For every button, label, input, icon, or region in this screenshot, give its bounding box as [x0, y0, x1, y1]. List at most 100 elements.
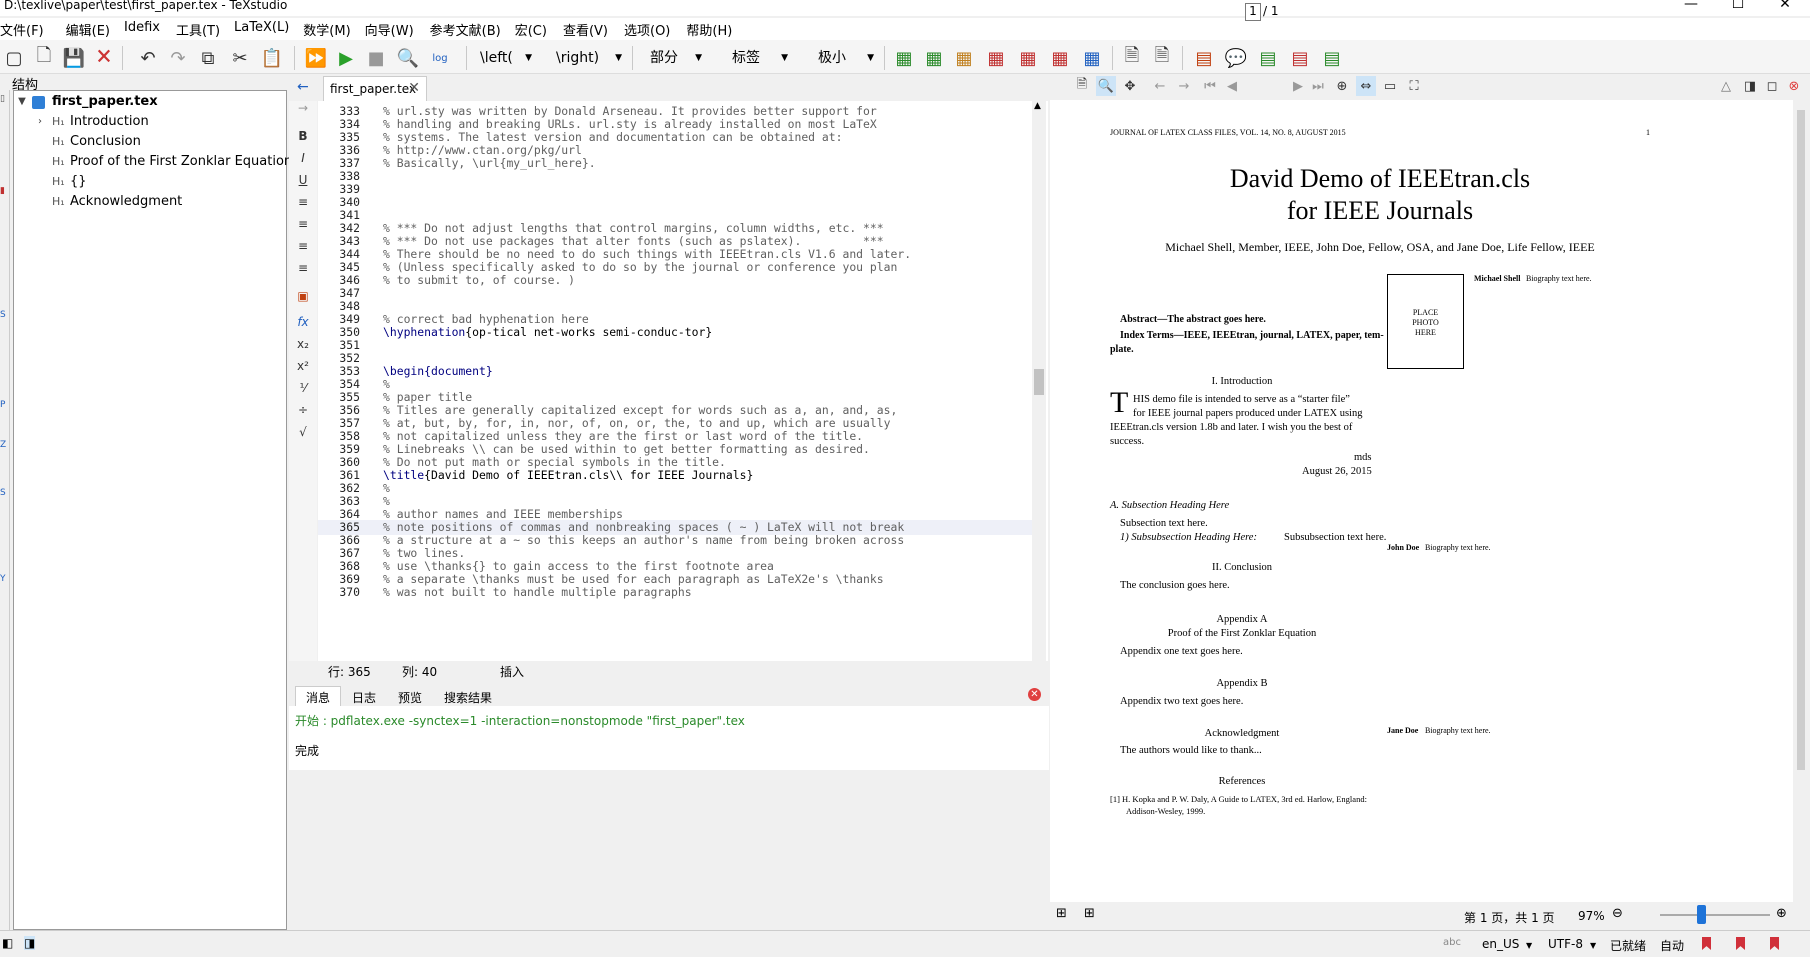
align-right-icon[interactable]: ≡ — [289, 239, 317, 253]
sidebar-pstricks-icon[interactable]: P — [0, 400, 5, 410]
pdf-sync-editor-icon[interactable]: ⊞ — [1056, 906, 1067, 921]
menu-wizard[interactable]: 向导(W) — [361, 18, 424, 40]
tree-item-introduction[interactable]: › H₁ Introduction — [14, 112, 286, 132]
status-auto[interactable]: 自动 — [1660, 937, 1684, 954]
section-combo[interactable]: 部分 ▼ — [644, 47, 704, 69]
menu-view[interactable]: 查看(V) — [557, 18, 618, 40]
tab-preview[interactable]: 预览 — [387, 686, 433, 706]
undo-icon[interactable]: ↶ — [136, 46, 160, 70]
marker-green-icon[interactable]: ▤ — [1256, 46, 1280, 70]
menu-edit[interactable]: 编辑(E) — [54, 18, 120, 40]
pdf-zoom-value[interactable]: 97% — [1578, 909, 1605, 923]
minimize-button[interactable]: — — [1668, 0, 1714, 16]
align-left-icon[interactable]: ≡ — [289, 195, 317, 209]
pdf-viewer[interactable]: JOURNAL OF LATEX CLASS FILES, VOL. 14, N… — [1050, 100, 1793, 902]
table-row-icon[interactable]: ▦ — [952, 46, 976, 70]
align-columns-icon[interactable]: ▦ — [1080, 46, 1104, 70]
italic-icon[interactable]: I — [289, 151, 317, 165]
remove-row-icon[interactable]: ▦ — [984, 46, 1008, 70]
sqrt-icon[interactable]: √ — [289, 425, 317, 439]
tree-item-proof[interactable]: H₁ Proof of the First Zonklar Equation — [14, 152, 292, 172]
tree-item-acknowledgment[interactable]: H₁ Acknowledgment — [14, 192, 286, 212]
menu-math[interactable]: 数学(M) — [299, 18, 360, 40]
underline-icon[interactable]: U — [289, 173, 317, 187]
close-button[interactable]: ✕ — [1762, 0, 1808, 16]
table-column-icon[interactable]: ▦ — [922, 46, 946, 70]
sidebar-bookmarks-icon[interactable]: ▮ — [0, 186, 5, 196]
pdf-embed-icon[interactable]: ◨ — [1740, 76, 1760, 96]
label-combo[interactable]: 标签 ▼ — [726, 47, 790, 69]
superscript-icon[interactable]: x² — [289, 359, 317, 373]
menu-latex[interactable]: LaTeX(L) — [230, 18, 299, 40]
code-editor[interactable]: 333% url.sty was written by Donald Arsen… — [318, 101, 1048, 661]
bookmark-icon-3[interactable] — [1770, 937, 1779, 950]
pdf-scroll-icon[interactable]: ✥ — [1120, 76, 1140, 96]
new-file-icon[interactable]: ▢ — [2, 46, 26, 70]
sidebar-structure-icon[interactable]: ▯ — [0, 94, 5, 104]
zoom-slider-track[interactable] — [1660, 914, 1770, 916]
pdf-fullscreen-icon[interactable]: ⛶ — [1404, 76, 1424, 96]
pdf-sync-pdf-icon[interactable]: ⊞ — [1084, 906, 1095, 921]
cut-icon[interactable]: ✂ — [228, 46, 252, 70]
size-combo[interactable]: 极小 ▼ — [812, 47, 876, 69]
view-log-icon[interactable]: log — [428, 46, 452, 70]
pdf-page-input[interactable]: 1 — [1245, 3, 1261, 21]
left-delimiter-combo[interactable]: \left(▼ — [474, 47, 534, 69]
sidebar-metapost-icon[interactable]: Z — [0, 440, 6, 450]
copy-icon[interactable]: ⧉ — [196, 46, 220, 70]
back-arrow-icon[interactable]: ← — [297, 79, 309, 95]
menu-tools[interactable]: 工具(T) — [170, 18, 230, 40]
scroll-up-icon[interactable]: ▲ — [1034, 101, 1041, 111]
marker-review-icon[interactable]: ▤ — [1320, 46, 1344, 70]
close-panel-icon[interactable]: ✕ — [1028, 688, 1041, 701]
close-file-icon[interactable]: 🗙 — [92, 45, 116, 70]
tree-item-empty[interactable]: H₁ {} — [14, 172, 286, 192]
right-delimiter-combo[interactable]: \right) ▼ — [550, 47, 624, 69]
sidebar-symbols-icon[interactable]: S — [0, 310, 6, 320]
pdf-fit-width-icon[interactable]: ⇔ — [1356, 76, 1376, 96]
editor-scrollbar[interactable]: ▲ ▼ — [1032, 101, 1046, 677]
close-tab-icon[interactable]: ✕ — [408, 80, 420, 96]
pdf-close-icon[interactable]: ⊗ — [1784, 76, 1804, 96]
sidebar-asymptote-icon[interactable]: S — [0, 488, 6, 498]
build-view-icon[interactable]: ⏩ — [304, 46, 328, 70]
code-line[interactable]: 370 % was not built to handle multiple pa… — [318, 585, 1034, 600]
comment-icon[interactable]: 💬 — [1224, 46, 1248, 70]
pdf-fit-page-icon[interactable]: ▭ — [1380, 76, 1400, 96]
subscript-icon[interactable]: x₂ — [289, 337, 317, 351]
save-icon[interactable]: 💾 — [62, 46, 86, 70]
pdf-scrollbar[interactable] — [1793, 100, 1810, 902]
insert-image-icon[interactable]: ▣ — [289, 289, 317, 303]
paste-icon[interactable]: 📋 — [260, 46, 284, 70]
word-count-icon[interactable]: 🗎 — [1150, 45, 1174, 70]
zoom-slider-handle[interactable] — [1697, 905, 1706, 924]
menu-idefix[interactable]: Idefix — [120, 18, 170, 40]
remove-column-icon[interactable]: ▦ — [1016, 46, 1040, 70]
next-arrow-icon[interactable]: → — [289, 101, 317, 115]
pdf-zoom-in-icon[interactable]: ⊕ — [1332, 76, 1352, 96]
pdf-collapse-icon[interactable]: △ — [1716, 76, 1736, 96]
todo-icon[interactable]: ▤ — [1192, 46, 1216, 70]
view-pdf-icon[interactable]: 🔍 — [396, 46, 420, 70]
pdf-scroll-thumb[interactable] — [1797, 110, 1805, 770]
pdf-first-page-icon[interactable]: ⏮ — [1200, 76, 1220, 96]
cut-columns-icon[interactable]: ▦ — [1048, 46, 1072, 70]
spellcheck-icon[interactable]: 🗎 — [1120, 45, 1144, 70]
toggle-structure-icon[interactable]: ◧ — [2, 936, 13, 950]
new-from-template-icon[interactable]: 🗋 — [32, 45, 56, 70]
menu-file[interactable]: 文件(F) — [0, 18, 54, 40]
menu-options[interactable]: 选项(O) — [618, 18, 680, 40]
expand-icon[interactable]: › — [34, 112, 46, 132]
bookmark-icon-2[interactable] — [1736, 937, 1745, 950]
collapse-icon[interactable]: ▼ — [16, 92, 28, 112]
toggle-messages-icon[interactable]: ◨ — [24, 936, 36, 950]
pdf-next-page-icon[interactable]: ▶ — [1288, 76, 1308, 96]
tree-item-conclusion[interactable]: H₁ Conclusion — [14, 132, 286, 152]
redo-icon[interactable]: ↷ — [166, 46, 190, 70]
formula-icon[interactable]: fx — [289, 315, 317, 329]
pdf-prev-page-icon[interactable]: ◀ — [1222, 76, 1242, 96]
align-center-icon[interactable]: ≡ — [289, 217, 317, 231]
encoding-selector[interactable]: UTF-8 — [1548, 937, 1583, 951]
dfrac-icon[interactable]: ÷ — [289, 403, 317, 417]
sidebar-tikz-icon[interactable]: Y — [0, 574, 6, 584]
